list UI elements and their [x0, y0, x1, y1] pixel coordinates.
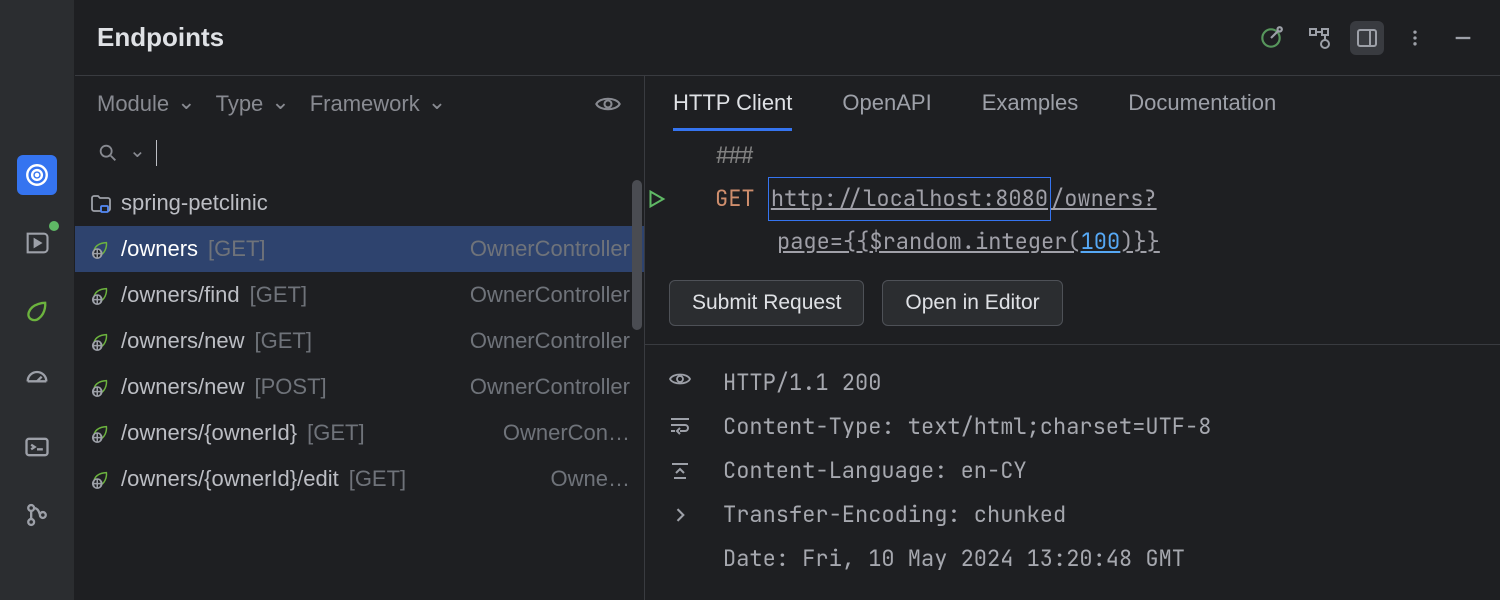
response-line: Transfer-Encoding: chunked: [723, 493, 1211, 537]
chevron-down-icon: ⌄: [428, 89, 446, 115]
left-tool-rail: [0, 0, 75, 600]
spring-tool-icon[interactable]: [17, 291, 57, 331]
titlebar: Endpoints: [75, 0, 1500, 75]
submit-request-button[interactable]: Submit Request: [669, 280, 864, 326]
endpoint-method: [GET]: [255, 328, 312, 354]
wrap-icon[interactable]: [668, 413, 692, 437]
project-node[interactable]: spring-petclinic: [75, 180, 644, 226]
endpoint-method: [POST]: [255, 374, 327, 400]
tab-documentation[interactable]: Documentation: [1128, 90, 1276, 131]
response-line: Content-Language: en-CY: [723, 449, 1211, 493]
chevron-down-icon[interactable]: ⌄: [129, 138, 146, 163]
endpoint-method: [GET]: [208, 236, 265, 262]
endpoint-path: /owners/find: [121, 282, 240, 308]
project-label: spring-petclinic: [121, 190, 268, 216]
eye-icon[interactable]: [668, 367, 692, 391]
endpoints-tool-icon[interactable]: [17, 155, 57, 195]
run-icon[interactable]: [645, 188, 715, 210]
request-line2-suffix: )}}: [1120, 221, 1160, 263]
module-filter-label: Module: [97, 91, 169, 117]
layout-icon[interactable]: [1350, 21, 1384, 55]
request-line2-prefix: page={{$random.integer(: [777, 221, 1081, 263]
tab-http-client[interactable]: HTTP Client: [673, 90, 792, 131]
endpoint-path: /owners: [121, 236, 198, 262]
type-filter-label: Type: [216, 91, 264, 117]
search-icon: [97, 142, 119, 164]
response-line: HTTP/1.1 200: [723, 361, 1211, 405]
request-path: /owners?: [1051, 178, 1157, 220]
endpoint-row[interactable]: /owners/new [POST] OwnerController: [75, 364, 644, 410]
vcs-tool-icon[interactable]: [17, 495, 57, 535]
open-in-editor-button[interactable]: Open in Editor: [882, 280, 1062, 326]
folder-icon: [89, 192, 111, 214]
globe-icon: [89, 284, 111, 306]
chevron-down-icon: ⌄: [177, 89, 195, 115]
minimize-icon[interactable]: [1446, 21, 1480, 55]
terminal-tool-icon[interactable]: [17, 427, 57, 467]
endpoint-path: /owners/new: [121, 374, 245, 400]
tab-openapi[interactable]: OpenAPI: [842, 90, 931, 131]
endpoint-controller: Owne…: [551, 466, 630, 492]
globe-icon: [89, 422, 111, 444]
request-host: http://localhost:8080: [768, 177, 1051, 221]
endpoints-tree: spring-petclinic /owners [GET] OwnerContr…: [75, 180, 644, 600]
framework-filter[interactable]: Framework ⌄: [310, 91, 446, 117]
endpoint-controller: OwnerCon…: [503, 420, 630, 446]
request-editor[interactable]: ### GET http://localhost:8080/owners? pa…: [645, 131, 1500, 276]
endpoint-row[interactable]: /owners [GET] OwnerController: [75, 226, 644, 272]
chevron-down-icon: ⌄: [271, 89, 289, 115]
endpoint-controller: OwnerController: [470, 282, 630, 308]
endpoint-row[interactable]: /owners/new [GET] OwnerController: [75, 318, 644, 364]
endpoint-path: /owners/{ownerId}/edit: [121, 466, 339, 492]
scrollbar-thumb[interactable]: [632, 180, 642, 330]
http-verb: GET: [715, 178, 755, 220]
framework-filter-label: Framework: [310, 91, 420, 117]
response-body: HTTP/1.1 200 Content-Type: text/html;cha…: [715, 345, 1219, 600]
globe-icon: [89, 238, 111, 260]
filters-bar: Module ⌄ Type ⌄ Framework ⌄: [75, 76, 644, 132]
chevron-right-icon[interactable]: [670, 505, 690, 525]
type-filter[interactable]: Type ⌄: [216, 91, 290, 117]
globe-icon: [89, 376, 111, 398]
endpoint-method: [GET]: [250, 282, 307, 308]
request-line2-num: 100: [1081, 221, 1121, 263]
endpoint-controller: OwnerController: [470, 374, 630, 400]
endpoint-method: [GET]: [349, 466, 406, 492]
globe-icon: [89, 468, 111, 490]
run-tool-icon[interactable]: [17, 223, 57, 263]
request-marker: ###: [715, 135, 755, 177]
module-filter[interactable]: Module ⌄: [97, 91, 196, 117]
endpoint-path: /owners/{ownerId}: [121, 420, 297, 446]
endpoint-method: [GET]: [307, 420, 364, 446]
panel-title: Endpoints: [97, 22, 224, 53]
detail-tabs: HTTP Client OpenAPI Examples Documentati…: [645, 76, 1500, 131]
speed-icon[interactable]: [1254, 21, 1288, 55]
more-icon[interactable]: [1398, 21, 1432, 55]
tab-examples[interactable]: Examples: [982, 90, 1079, 131]
search-input[interactable]: [156, 140, 622, 166]
response-line: Content-Type: text/html;charset=UTF-8: [723, 405, 1211, 449]
response-line: Date: Fri, 10 May 2024 13:20:48 GMT: [723, 537, 1211, 581]
profiler-tool-icon[interactable]: [17, 359, 57, 399]
endpoint-path: /owners/new: [121, 328, 245, 354]
endpoint-row[interactable]: /owners/{ownerId}/edit [GET] Owne…: [75, 456, 644, 502]
scroll-top-icon[interactable]: [668, 459, 692, 483]
structure-icon[interactable]: [1302, 21, 1336, 55]
endpoint-controller: OwnerController: [470, 236, 630, 262]
endpoint-row[interactable]: /owners/{ownerId} [GET] OwnerCon…: [75, 410, 644, 456]
endpoint-controller: OwnerController: [470, 328, 630, 354]
preview-icon[interactable]: [594, 90, 622, 118]
globe-icon: [89, 330, 111, 352]
endpoint-row[interactable]: /owners/find [GET] OwnerController: [75, 272, 644, 318]
